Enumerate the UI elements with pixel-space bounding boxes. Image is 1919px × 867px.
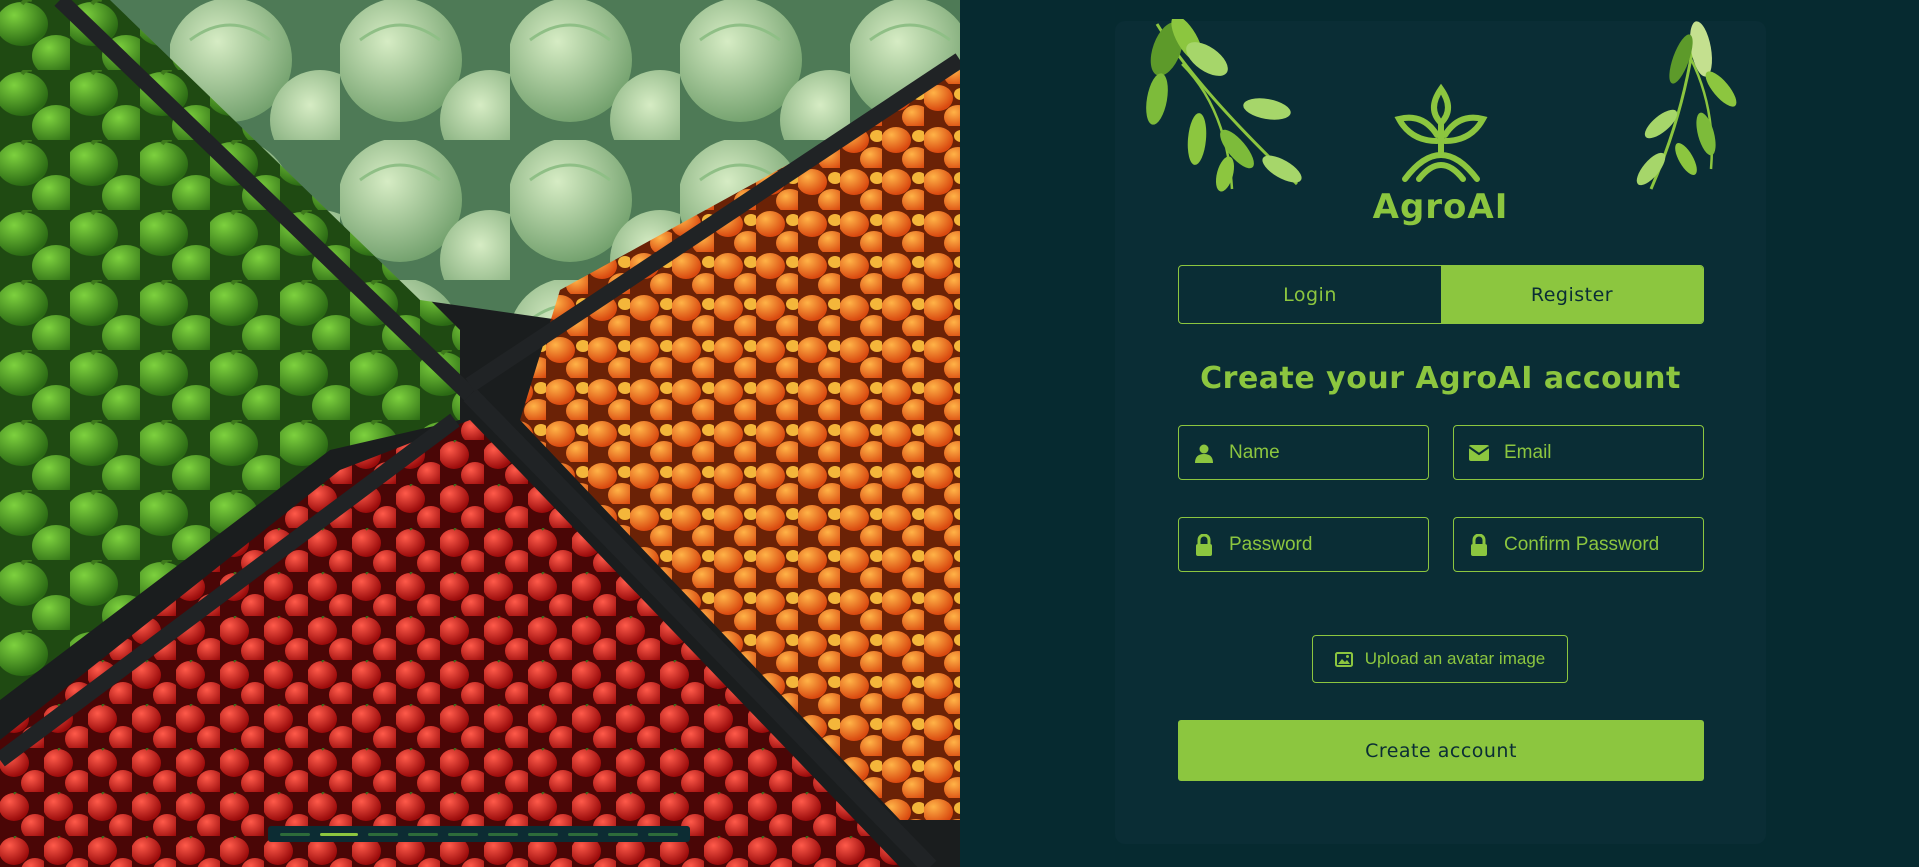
tab-login[interactable]: Login: [1179, 266, 1441, 323]
carousel-dot-active[interactable]: [320, 832, 358, 836]
auth-tabs: Login Register: [1178, 265, 1704, 324]
name-input[interactable]: [1229, 441, 1419, 464]
hero-image: [0, 0, 960, 867]
create-account-button[interactable]: Create account: [1178, 720, 1704, 781]
tab-register[interactable]: Register: [1441, 266, 1703, 323]
vegetable-crates-illustration: [0, 0, 960, 867]
lock-icon: [1193, 533, 1215, 556]
sprout-logo-icon: [1394, 83, 1487, 182]
user-icon: [1193, 442, 1215, 464]
carousel-dot[interactable]: [528, 832, 558, 836]
brand-logo: AgroAI: [1115, 83, 1766, 227]
confirm-password-input[interactable]: [1504, 533, 1694, 556]
page-title: Create your AgroAI account: [1200, 361, 1681, 396]
email-input[interactable]: [1504, 441, 1694, 464]
password-field[interactable]: [1178, 517, 1429, 572]
carousel-dot[interactable]: [608, 832, 638, 836]
upload-avatar-label: Upload an avatar image: [1364, 649, 1546, 668]
image-icon: [1334, 651, 1353, 667]
email-field[interactable]: [1453, 425, 1704, 480]
confirm-password-field[interactable]: [1453, 517, 1704, 572]
carousel-dot[interactable]: [368, 832, 398, 836]
carousel-dot[interactable]: [280, 832, 310, 836]
name-field[interactable]: [1178, 425, 1429, 480]
carousel-dot[interactable]: [408, 832, 438, 836]
password-input[interactable]: [1229, 533, 1419, 556]
carousel-dot[interactable]: [448, 832, 478, 836]
envelope-icon: [1468, 442, 1490, 464]
carousel-indicator: [268, 826, 690, 842]
register-panel: AgroAI Login Register Create your AgroAI…: [1115, 19, 1766, 844]
carousel-dot[interactable]: [648, 832, 678, 836]
lock-icon: [1468, 533, 1490, 556]
brand-name: AgroAI: [1372, 187, 1509, 227]
upload-avatar-button[interactable]: Upload an avatar image: [1312, 635, 1568, 683]
carousel-dot[interactable]: [488, 832, 518, 836]
carousel-dot[interactable]: [568, 832, 598, 836]
